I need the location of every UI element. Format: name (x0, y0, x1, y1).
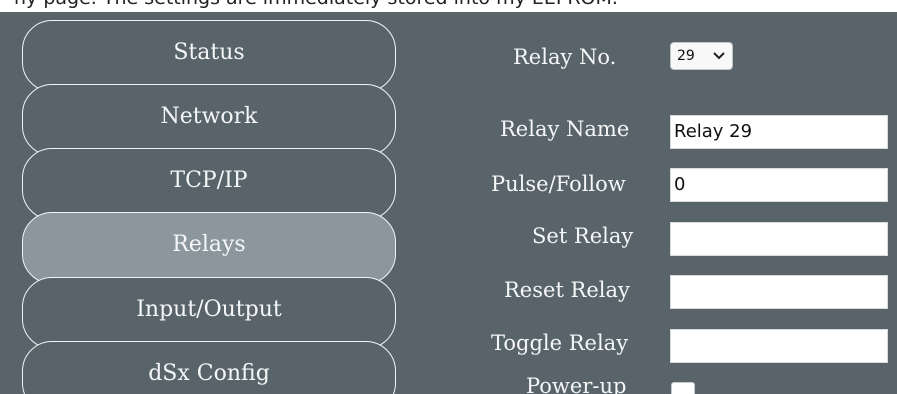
pulse-follow-input[interactable]: 0 (670, 168, 888, 202)
relay-name-input[interactable]: Relay 29 (670, 115, 888, 149)
power-up-checkbox[interactable] (671, 382, 695, 394)
relay-number-select[interactable]: 29 (670, 42, 733, 70)
relay-name-label: Relay Name (500, 117, 630, 141)
set-relay-input[interactable] (670, 222, 888, 256)
reset-relay-input[interactable] (670, 275, 888, 309)
sidebar-item-relays[interactable]: Relays (22, 212, 396, 284)
relay-number-value: 29 (677, 48, 695, 64)
page-header-fragment: ny page. The settings are immediately st… (0, 0, 897, 12)
page-description-partial: ny page. The settings are immediately st… (14, 0, 618, 9)
reset-relay-label: Reset Relay (504, 278, 630, 302)
chevron-down-icon (713, 52, 725, 60)
sidebar-item-dsx-config[interactable]: dSx Config (22, 341, 396, 394)
sidebar-item-input-output[interactable]: Input/Output (22, 277, 396, 349)
configuration-panel: Status Network TCP/IP Relays Input/Outpu… (0, 12, 897, 394)
relay-number-label: Relay No. (513, 45, 617, 69)
set-relay-label: Set Relay (532, 224, 634, 248)
sidebar-item-tcp-ip[interactable]: TCP/IP (22, 148, 396, 220)
relay-settings-page: ny page. The settings are immediately st… (0, 0, 897, 394)
power-up-label: Power-up (526, 374, 627, 394)
toggle-relay-label: Toggle Relay (491, 331, 629, 355)
toggle-relay-input[interactable] (670, 329, 888, 363)
pulse-follow-label: Pulse/Follow (491, 172, 626, 196)
sidebar-item-network[interactable]: Network (22, 84, 396, 156)
sidebar-item-status[interactable]: Status (22, 20, 396, 92)
